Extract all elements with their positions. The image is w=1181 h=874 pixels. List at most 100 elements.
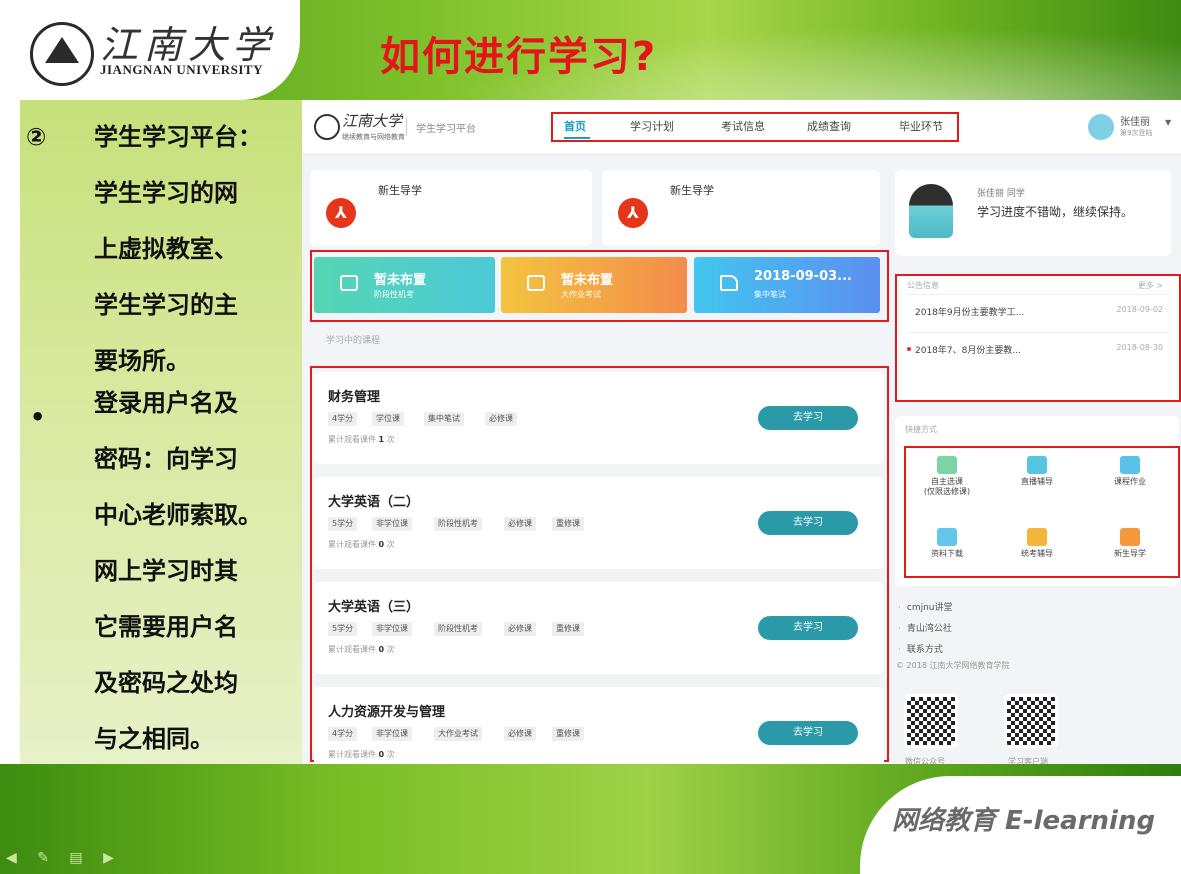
course-tag: 4学分 — [328, 412, 358, 426]
course-tag: 阶段性机考 — [434, 517, 482, 531]
user-avatar[interactable] — [1088, 114, 1114, 140]
notice-heading: 公告信息 — [907, 281, 939, 290]
user-name[interactable]: 张佳丽 — [1120, 113, 1150, 128]
chevron-down-icon[interactable]: ▼ — [1165, 118, 1171, 127]
bullet-line: 它需要用户名 — [94, 613, 238, 641]
shortcuts-heading: 快捷方式 — [905, 425, 937, 434]
task-list-icon — [340, 275, 358, 291]
task-type: 大作业考试 — [561, 290, 601, 299]
platform-logo-name: 江南大学 — [342, 112, 403, 130]
nav-grade-query[interactable]: 成绩查询 — [807, 118, 851, 134]
go-study-button[interactable]: 去学习 — [758, 616, 858, 640]
notice-date: 2018-09-02 — [1116, 305, 1164, 314]
guide-title: 新生导学 — [378, 184, 422, 197]
course-tag: 必修课 — [485, 412, 517, 426]
notice-panel: 公告信息 更多 > 2018年9月份主要教学工... 2018-09-02 20… — [895, 274, 1181, 402]
slideshow-controls-icon[interactable]: ◀ ✎ ▤ ▶ — [6, 850, 122, 866]
course-view-count: 累计观看课件 0 次 — [328, 540, 395, 549]
guide-card[interactable]: ⅄ 新生导学 — [310, 170, 592, 246]
bullet-panel: ② 学生学习平台： 学生学习的网 上虚拟教室、 学生学习的主 要场所。 • 登录… — [20, 100, 302, 764]
course-card: 财务管理 4学分 学位课 集中笔试 必修课 累计观看课件 1 次 去学习 — [314, 372, 884, 464]
shortcut-live-tutoring[interactable]: 直播辅导 — [995, 456, 1079, 487]
link-community[interactable]: 青山湾公社 — [898, 621, 952, 634]
nav-study-plan[interactable]: 学习计划 — [630, 118, 674, 134]
bullet-line: 学生学习平台： — [94, 123, 262, 151]
platform-logo-icon — [314, 114, 340, 140]
notice-title: 2018年7、8月份主要教... — [915, 346, 1021, 356]
task-stage-exam[interactable]: 暂未布置 阶段性机考 — [314, 257, 495, 313]
task-written-exam[interactable]: 2018-09-03... 集中笔试 — [694, 257, 880, 313]
footer-brand: 网络教育 E-learning — [892, 806, 1156, 836]
shortcut-course-selection[interactable]: 自主选课 (仅限选修课) — [905, 456, 989, 497]
course-tag: 阶段性机考 — [434, 622, 482, 636]
course-tag: 非学位课 — [372, 517, 412, 531]
download-icon — [937, 528, 957, 546]
video-icon — [1027, 456, 1047, 474]
shortcut-freshman-guide[interactable]: 新生导学 — [1088, 528, 1172, 559]
course-tag: 4学分 — [328, 727, 358, 741]
courses-section-label: 学习中的课程 — [326, 336, 381, 346]
app-qr-code — [1004, 694, 1058, 748]
student-avatar-icon — [909, 184, 953, 238]
bullet-line: 上虚拟教室、 — [94, 235, 238, 263]
shortcut-coursework[interactable]: 课程作业 — [1088, 456, 1172, 487]
course-tag: 非学位课 — [372, 727, 412, 741]
shortcut-downloads[interactable]: 资料下载 — [905, 528, 989, 559]
course-tag: 必修课 — [504, 622, 536, 636]
course-card: 人力资源开发与管理 4学分 非学位课 大作业考试 必修课 重修课 累计观看课件 … — [314, 687, 884, 764]
go-study-button[interactable]: 去学习 — [758, 721, 858, 745]
notice-item[interactable]: 2018年7、8月份主要教... 2018-08-30 — [907, 332, 1169, 361]
shortcut-label: 新生导学 — [1114, 549, 1146, 558]
course-view-count: 累计观看课件 0 次 — [328, 750, 395, 759]
wechat-qr-code — [904, 694, 958, 748]
shortcut-unified-exam[interactable]: 统考辅导 — [995, 528, 1079, 559]
notice-more-link[interactable]: 更多 > — [1138, 280, 1163, 291]
course-tag: 大作业考试 — [434, 727, 482, 741]
link-lecture-hall[interactable]: cmjnu讲堂 — [898, 600, 953, 613]
shortcut-label: 自主选课 (仅限选修课) — [923, 477, 971, 496]
shortcut-label: 直播辅导 — [1021, 477, 1053, 486]
course-tag: 非学位课 — [372, 622, 412, 636]
course-name: 大学英语（三） — [328, 600, 420, 615]
task-type: 阶段性机考 — [374, 290, 414, 299]
course-tag: 重修课 — [552, 517, 584, 531]
course-tag: 必修课 — [504, 727, 536, 741]
bullet-line: 要场所。 — [94, 347, 190, 375]
course-card: 大学英语（三） 5学分 非学位课 阶段性机考 必修课 重修课 累计观看课件 0 … — [314, 582, 884, 674]
course-view-count: 累计观看课件 0 次 — [328, 645, 395, 654]
go-study-button[interactable]: 去学习 — [758, 406, 858, 430]
logo-chinese-name: 江南大学 — [100, 23, 277, 67]
copyright: © 2018 江南大学网络教育学院 — [896, 661, 1010, 670]
bullet-mark: ② — [26, 123, 47, 151]
nav-home[interactable]: 首页 — [564, 118, 586, 134]
book-icon — [937, 456, 957, 474]
qr-label: 微信公众号 — [905, 757, 945, 764]
bullet-line: 密码：向学习 — [94, 445, 238, 473]
guide-card[interactable]: ⅄ 新生导学 — [602, 170, 880, 246]
go-study-button[interactable]: 去学习 — [758, 511, 858, 535]
platform-logo-sub: 继续教育与网络教育 — [342, 133, 405, 141]
notice-title: 2018年9月份主要教学工... — [915, 308, 1025, 318]
slide-title: 如何进行学习? — [380, 34, 658, 80]
course-name: 大学英语（二） — [328, 495, 420, 510]
link-contact[interactable]: 联系方式 — [898, 642, 943, 655]
platform-name: 学生学习平台 — [416, 124, 476, 135]
notice-item[interactable]: 2018年9月份主要教学工... 2018-09-02 — [907, 294, 1169, 323]
nav-graduation[interactable]: 毕业环节 — [899, 118, 943, 134]
guide-title: 新生导学 — [670, 184, 714, 197]
course-tag: 5学分 — [328, 517, 358, 531]
course-tag: 5学分 — [328, 622, 358, 636]
task-assignment-exam[interactable]: 暂未布置 大作业考试 — [501, 257, 687, 313]
shortcut-label: 资料下载 — [931, 549, 963, 558]
task-list-icon — [527, 275, 545, 291]
unread-dot-icon — [907, 347, 911, 351]
nav-exam-info[interactable]: 考试信息 — [721, 118, 765, 134]
course-tag: 必修课 — [504, 517, 536, 531]
task-status: 暂未布置 — [374, 273, 427, 288]
bullet-line: 学生学习的主 — [94, 291, 238, 319]
bullet-line: 与之相同。 — [94, 725, 214, 753]
shortcut-label: 统考辅导 — [1021, 549, 1053, 558]
profile-name: 张佳丽 同学 — [977, 189, 1025, 199]
bullet-line: 及密码之处均 — [94, 669, 238, 697]
course-card: 大学英语（二） 5学分 非学位课 阶段性机考 必修课 重修课 累计观看课件 0 … — [314, 477, 884, 569]
